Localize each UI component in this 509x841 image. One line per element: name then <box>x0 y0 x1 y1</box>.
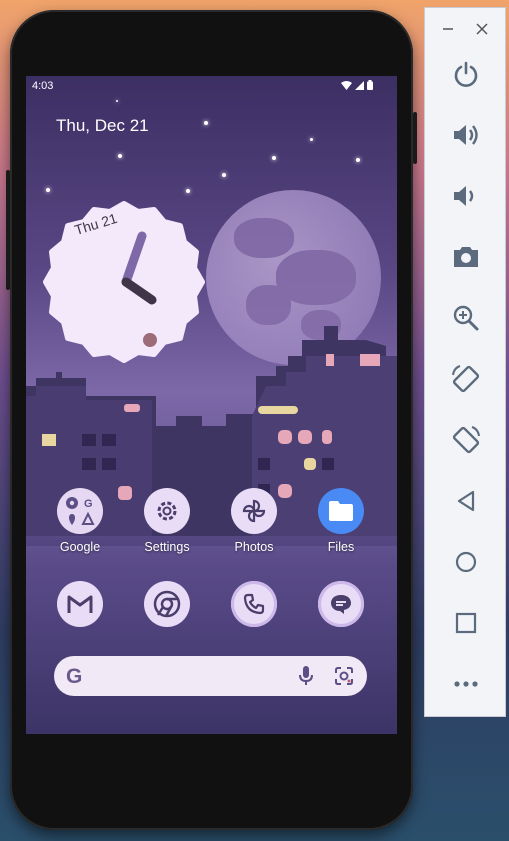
more-button[interactable] <box>446 664 486 704</box>
zoom-button[interactable] <box>446 298 486 338</box>
overview-button[interactable] <box>446 603 486 643</box>
home-screen[interactable]: 4:03 Thu, Dec 21 Thu 21 G Google Setting… <box>26 76 397 734</box>
phone-power-key[interactable] <box>413 112 417 164</box>
svg-text:G: G <box>84 498 93 510</box>
volume-up-icon <box>454 125 478 145</box>
status-time: 4:03 <box>32 80 54 92</box>
zoom-in-icon <box>453 305 479 331</box>
camera-icon <box>454 247 478 267</box>
power-icon <box>454 61 478 87</box>
app-photos[interactable]: Photos <box>214 488 294 554</box>
messages-icon <box>318 581 364 627</box>
app-label-settings: Settings <box>144 540 190 554</box>
pinwheel-icon <box>231 488 277 534</box>
gear-icon <box>144 488 190 534</box>
rotate-left-button[interactable] <box>446 359 486 399</box>
app-gmail[interactable] <box>40 581 120 627</box>
google-logo: G <box>66 665 83 688</box>
app-phone[interactable] <box>214 581 294 627</box>
app-google-folder[interactable]: G Google <box>40 488 120 554</box>
status-bar: 4:03 <box>26 76 397 96</box>
folder-icon <box>318 488 364 534</box>
overview-square-icon <box>455 612 477 634</box>
rotate-left-icon <box>452 365 480 393</box>
phone-icon <box>231 581 277 627</box>
screenshot-button[interactable] <box>446 237 486 277</box>
home-button[interactable] <box>446 542 486 582</box>
chrome-icon <box>144 581 190 627</box>
microphone-icon[interactable] <box>298 665 314 692</box>
volume-up-button[interactable] <box>446 115 486 155</box>
app-chrome[interactable] <box>127 581 207 627</box>
signal-icon <box>355 80 364 93</box>
emulator-sidebar <box>424 7 506 717</box>
wifi-icon <box>341 80 352 93</box>
app-label-files: Files <box>327 540 355 554</box>
app-settings[interactable]: Settings <box>127 488 207 554</box>
app-messages[interactable] <box>301 581 381 627</box>
back-triangle-icon <box>457 490 475 512</box>
date-widget[interactable]: Thu, Dec 21 <box>56 116 149 136</box>
app-label-photos: Photos <box>234 540 274 554</box>
google-search-bar[interactable]: G <box>54 656 367 696</box>
minimize-icon[interactable] <box>439 20 457 38</box>
rotate-right-button[interactable] <box>446 420 486 460</box>
lens-icon[interactable] <box>334 666 354 691</box>
app-label-google: Google <box>59 540 101 554</box>
water-reflection <box>26 546 397 734</box>
volume-down-icon <box>454 186 474 206</box>
volume-down-button[interactable] <box>446 176 486 216</box>
google-folder-icon: G <box>57 488 103 534</box>
close-icon[interactable] <box>473 20 491 38</box>
gmail-icon <box>57 581 103 627</box>
more-dots-icon <box>454 681 478 687</box>
app-files[interactable]: Files <box>301 488 381 554</box>
phone-volume-key[interactable] <box>6 170 10 290</box>
home-circle-icon <box>455 551 477 573</box>
power-button[interactable] <box>446 54 486 94</box>
back-button[interactable] <box>446 481 486 521</box>
rotate-right-icon <box>452 426 480 454</box>
battery-icon <box>367 80 373 93</box>
